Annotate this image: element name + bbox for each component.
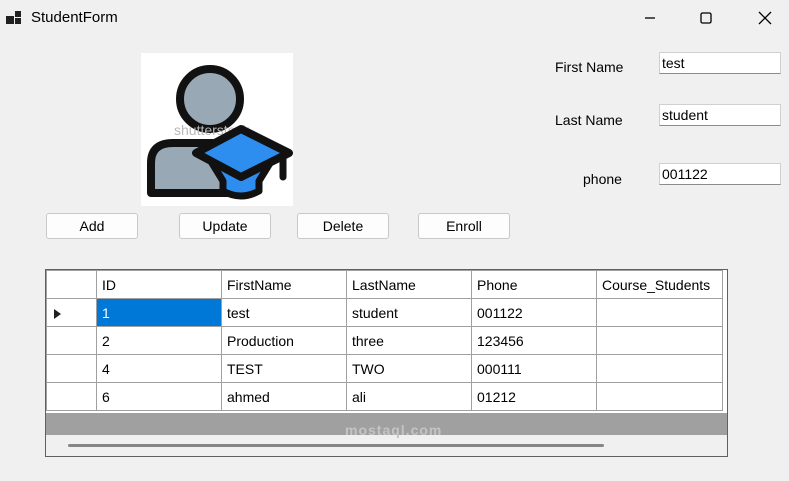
cell-firstname[interactable]: ahmed: [221, 382, 347, 411]
cell-phone[interactable]: 123456: [471, 326, 597, 355]
row-header[interactable]: [46, 326, 97, 355]
phone-field[interactable]: [659, 163, 781, 185]
cell-firstname[interactable]: Production: [221, 326, 347, 355]
first-name-label: First Name: [555, 59, 624, 75]
table-row[interactable]: 1 test student 001122: [46, 298, 723, 327]
column-header-course-students[interactable]: Course_Students: [596, 270, 723, 299]
table-row[interactable]: 4 TEST TWO 000111: [46, 354, 723, 383]
close-button[interactable]: [742, 0, 788, 36]
phone-label: phone: [583, 171, 622, 187]
column-header-id[interactable]: ID: [96, 270, 222, 299]
header-row: ID FirstName LastName Phone Course_Stude…: [46, 270, 723, 299]
student-graduate-icon: shutterstock: [147, 65, 293, 200]
column-header-phone[interactable]: Phone: [471, 270, 597, 299]
cell-lastname[interactable]: student: [346, 298, 472, 327]
cell-course-students[interactable]: [596, 298, 723, 327]
table-row[interactable]: 2 Production three 123456: [46, 326, 723, 355]
students-table: ID FirstName LastName Phone Course_Stude…: [46, 270, 723, 411]
cell-id[interactable]: 1: [96, 298, 222, 327]
close-icon: [758, 11, 772, 25]
title-bar: StudentForm: [0, 0, 789, 36]
cell-lastname[interactable]: three: [346, 326, 472, 355]
window-title: StudentForm: [31, 9, 118, 26]
horizontal-scrollbar[interactable]: [46, 435, 727, 456]
last-name-field[interactable]: [659, 104, 781, 126]
first-name-field[interactable]: [659, 52, 781, 74]
app-icon: [6, 11, 21, 24]
row-header-corner: [46, 270, 97, 299]
student-photo: shutterstock: [141, 53, 293, 206]
cell-lastname[interactable]: TWO: [346, 354, 472, 383]
column-header-lastname[interactable]: LastName: [346, 270, 472, 299]
maximize-icon: [700, 12, 712, 24]
cell-lastname[interactable]: ali: [346, 382, 472, 411]
delete-button[interactable]: Delete: [297, 213, 389, 239]
row-header[interactable]: [46, 382, 97, 411]
cell-course-students[interactable]: [596, 382, 723, 411]
enroll-button[interactable]: Enroll: [418, 213, 510, 239]
minimize-button[interactable]: [627, 0, 673, 36]
row-header[interactable]: [46, 298, 97, 327]
cell-firstname[interactable]: test: [221, 298, 347, 327]
update-button[interactable]: Update: [179, 213, 271, 239]
cell-id[interactable]: 4: [96, 354, 222, 383]
add-button[interactable]: Add: [46, 213, 138, 239]
row-header[interactable]: [46, 354, 97, 383]
column-header-firstname[interactable]: FirstName: [221, 270, 347, 299]
cell-firstname[interactable]: TEST: [221, 354, 347, 383]
cell-id[interactable]: 2: [96, 326, 222, 355]
last-name-label: Last Name: [555, 112, 623, 128]
cell-phone[interactable]: 01212: [471, 382, 597, 411]
cell-phone[interactable]: 001122: [471, 298, 597, 327]
cell-course-students[interactable]: [596, 354, 723, 383]
cell-phone[interactable]: 000111: [471, 354, 597, 383]
current-row-arrow-icon: [54, 309, 61, 319]
maximize-button[interactable]: [683, 0, 729, 36]
cell-course-students[interactable]: [596, 326, 723, 355]
scrollbar-thumb[interactable]: [68, 444, 604, 447]
minimize-icon: [645, 17, 655, 19]
site-watermark: mostaql.com: [345, 422, 443, 438]
cell-id[interactable]: 6: [96, 382, 222, 411]
table-row[interactable]: 6 ahmed ali 01212: [46, 382, 723, 411]
